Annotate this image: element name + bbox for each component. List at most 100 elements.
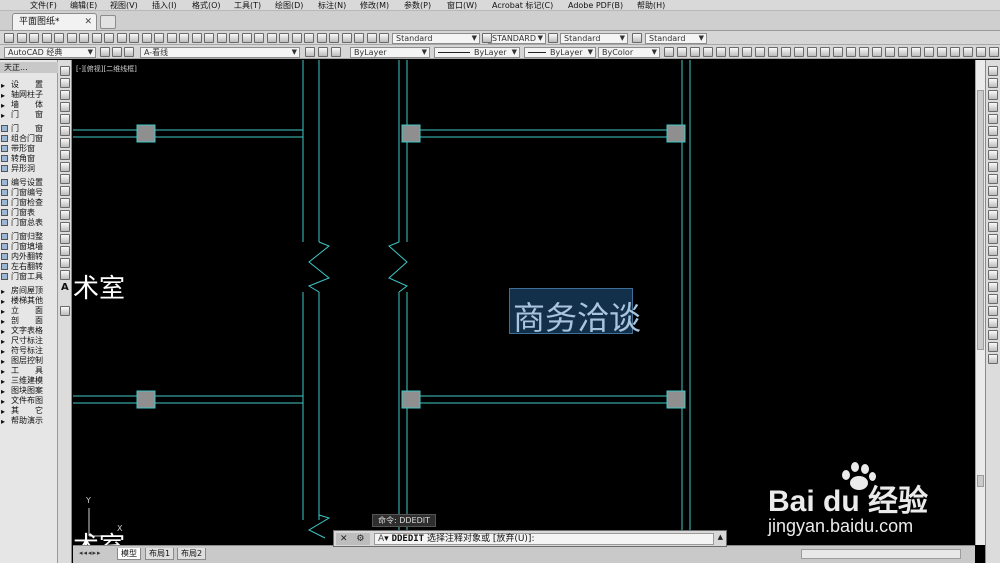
selected-text-object[interactable]: 商务洽谈 (509, 288, 641, 337)
modify-tool-icon[interactable] (988, 162, 998, 172)
layer-tool-icon[interactable] (331, 47, 341, 57)
modify-tool-icon[interactable] (988, 126, 998, 136)
toolbar-tool-icon[interactable] (292, 33, 302, 43)
plot-style-select[interactable]: ByColor ▼ (598, 47, 660, 58)
palette-item[interactable]: 异形洞 (0, 164, 58, 173)
toolbar-tool-icon[interactable] (677, 47, 687, 57)
draw-tool-icon[interactable] (60, 126, 70, 136)
menu-item[interactable]: 插入(I) (152, 0, 177, 11)
modify-tool-icon[interactable] (988, 330, 998, 340)
toolbar-tool-icon[interactable] (976, 47, 986, 57)
draw-tool-icon[interactable] (60, 210, 70, 220)
palette-item[interactable]: 门窗填墙 (0, 242, 58, 251)
draw-tool-icon[interactable] (60, 186, 70, 196)
draw-tool-icon[interactable] (60, 66, 70, 76)
layer-tool-icon[interactable] (124, 47, 134, 57)
toolbar-tool-icon[interactable] (950, 47, 960, 57)
toolbar-tool-icon[interactable] (92, 33, 102, 43)
palette-item[interactable]: 门窗总表 (0, 218, 58, 227)
toolbar-tool-icon[interactable] (279, 33, 289, 43)
tab-model[interactable]: 模型 (117, 548, 141, 560)
linetype-select[interactable]: ByLayer ▼ (434, 47, 520, 58)
modify-tool-icon[interactable] (988, 282, 998, 292)
toolbar-tool-icon[interactable] (768, 47, 778, 57)
palette-item[interactable]: 转角窗 (0, 154, 58, 163)
menu-item[interactable]: 工具(T) (234, 0, 261, 11)
multileader-style-select[interactable]: Standard ▼ (645, 33, 707, 44)
layer-select[interactable]: A-看线 ▼ (140, 47, 300, 58)
modify-tool-icon[interactable] (988, 66, 998, 76)
modify-tool-icon[interactable] (988, 222, 998, 232)
modify-tool-icon[interactable] (988, 150, 998, 160)
toolbar-tool-icon[interactable] (742, 47, 752, 57)
toolbar-tool-icon[interactable] (911, 47, 921, 57)
toolbar-tool-icon[interactable] (885, 47, 895, 57)
toolbar-tool-icon[interactable] (167, 33, 177, 43)
menu-item[interactable]: 绘图(D) (275, 0, 303, 11)
menu-item[interactable]: 格式(O) (192, 0, 221, 11)
toolbar-tool-icon[interactable] (229, 33, 239, 43)
tab-layout1[interactable]: 布局1 (145, 548, 175, 560)
toolbar-tool-icon[interactable] (242, 33, 252, 43)
menu-item[interactable]: 视图(V) (110, 0, 138, 11)
draw-tool-icon[interactable] (60, 150, 70, 160)
toolbar-tool-icon[interactable] (924, 47, 934, 57)
toolbar-tool-icon[interactable] (354, 33, 364, 43)
toolbar-tool-icon[interactable] (833, 47, 843, 57)
toolbar-tool-icon[interactable] (729, 47, 739, 57)
palette-item[interactable]: ▸ 符号标注 (0, 346, 58, 356)
toolbar-tool-icon[interactable] (29, 33, 39, 43)
palette-item[interactable]: 门窗工具 (0, 272, 58, 281)
horizontal-scrollbar[interactable] (801, 549, 961, 559)
toolbar-tool-icon[interactable] (989, 47, 999, 57)
palette-item[interactable]: ▸ 设 置 (0, 80, 58, 90)
draw-tool-icon[interactable] (60, 174, 70, 184)
palette-item[interactable]: ▸ 工 具 (0, 366, 58, 376)
palette-item[interactable]: 门窗归整 (0, 232, 58, 241)
palette-item[interactable]: ▸ 门 窗 (0, 110, 58, 120)
draw-tool-icon[interactable] (60, 306, 70, 316)
toolbar-tool-icon[interactable] (342, 33, 352, 43)
draw-tool-icon[interactable] (60, 270, 70, 280)
palette-item[interactable]: 门窗表 (0, 208, 58, 217)
palette-item[interactable]: ▸ 帮助演示 (0, 416, 58, 426)
menu-item[interactable]: 窗口(W) (447, 0, 477, 11)
modify-tool-icon[interactable] (988, 186, 998, 196)
draw-tool-icon[interactable] (60, 102, 70, 112)
table-style-select[interactable]: Standard ▼ (560, 33, 628, 44)
draw-tool-icon[interactable] (60, 198, 70, 208)
menu-item[interactable]: Adobe PDF(B) (568, 0, 623, 11)
doc-tab-floorplan[interactable]: 平面图纸* ✕ (12, 13, 97, 30)
toolbar-tool-icon[interactable] (4, 33, 14, 43)
palette-item[interactable]: ▸ 图层控制 (0, 356, 58, 366)
modify-tool-icon[interactable] (988, 114, 998, 124)
menu-item[interactable]: 修改(M) (360, 0, 389, 11)
toolbar-tool-icon[interactable] (217, 33, 227, 43)
draw-tool-icon[interactable] (60, 234, 70, 244)
toolbar-tool-icon[interactable] (716, 47, 726, 57)
chevron-down-icon[interactable]: ▲ (718, 533, 723, 541)
room-label-left[interactable]: 术室 (73, 268, 125, 305)
text-tool-icon[interactable]: A (61, 282, 69, 293)
menu-item[interactable]: 参数(P) (404, 0, 431, 11)
draw-tool-icon[interactable] (60, 246, 70, 256)
palette-item[interactable]: ▸ 尺寸标注 (0, 336, 58, 346)
draw-tool-icon[interactable] (60, 162, 70, 172)
lineweight-select[interactable]: ByLayer ▼ (524, 47, 596, 58)
toolbar-tool-icon[interactable] (42, 33, 52, 43)
style-manager-icon[interactable] (548, 33, 558, 43)
toolbar-tool-icon[interactable] (192, 33, 202, 43)
toolbar-tool-icon[interactable] (67, 33, 77, 43)
modify-tool-icon[interactable] (988, 174, 998, 184)
palette-item[interactable]: ▸ 其 它 (0, 406, 58, 416)
menu-item[interactable]: Acrobat 标记(C) (492, 0, 553, 11)
palette-item[interactable]: ▸ 剖 面 (0, 316, 58, 326)
palette-item[interactable]: ▸ 楼梯其他 (0, 296, 58, 306)
layout-nav-arrows[interactable]: ◂◂◂▸▸ (79, 549, 113, 559)
toolbar-tool-icon[interactable] (129, 33, 139, 43)
scroll-thumb[interactable] (977, 90, 984, 350)
modify-tool-icon[interactable] (988, 210, 998, 220)
toolbar-tool-icon[interactable] (317, 33, 327, 43)
palette-item[interactable]: 带形窗 (0, 144, 58, 153)
menu-item[interactable]: 帮助(H) (637, 0, 665, 11)
